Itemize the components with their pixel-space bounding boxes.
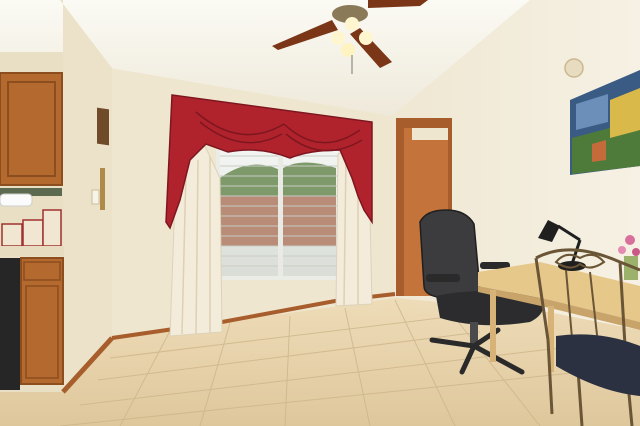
fan-light-bulb (345, 17, 359, 31)
hall-wall (412, 128, 448, 140)
canister (1, 223, 23, 247)
upper-cabinet[interactable] (0, 72, 63, 186)
dishwasher[interactable] (0, 258, 20, 390)
fan-light-bulb (341, 43, 355, 57)
light-switch-plate[interactable] (91, 189, 100, 205)
paper-towel-roll (0, 193, 33, 207)
fan-light-bulb (359, 31, 373, 45)
chair-armrest (426, 274, 460, 282)
small-wall-frame (97, 107, 109, 146)
canister (22, 219, 44, 247)
fan-light-bulb (331, 31, 345, 45)
wall-hook (100, 168, 105, 210)
desk-leg (490, 290, 496, 362)
countertop (0, 246, 64, 256)
canister (42, 209, 62, 247)
lower-cabinet[interactable] (20, 257, 64, 385)
chair-backrest (419, 209, 481, 300)
window-mullion (278, 146, 283, 278)
room-scene (0, 0, 640, 426)
smoke-detector (564, 58, 584, 78)
